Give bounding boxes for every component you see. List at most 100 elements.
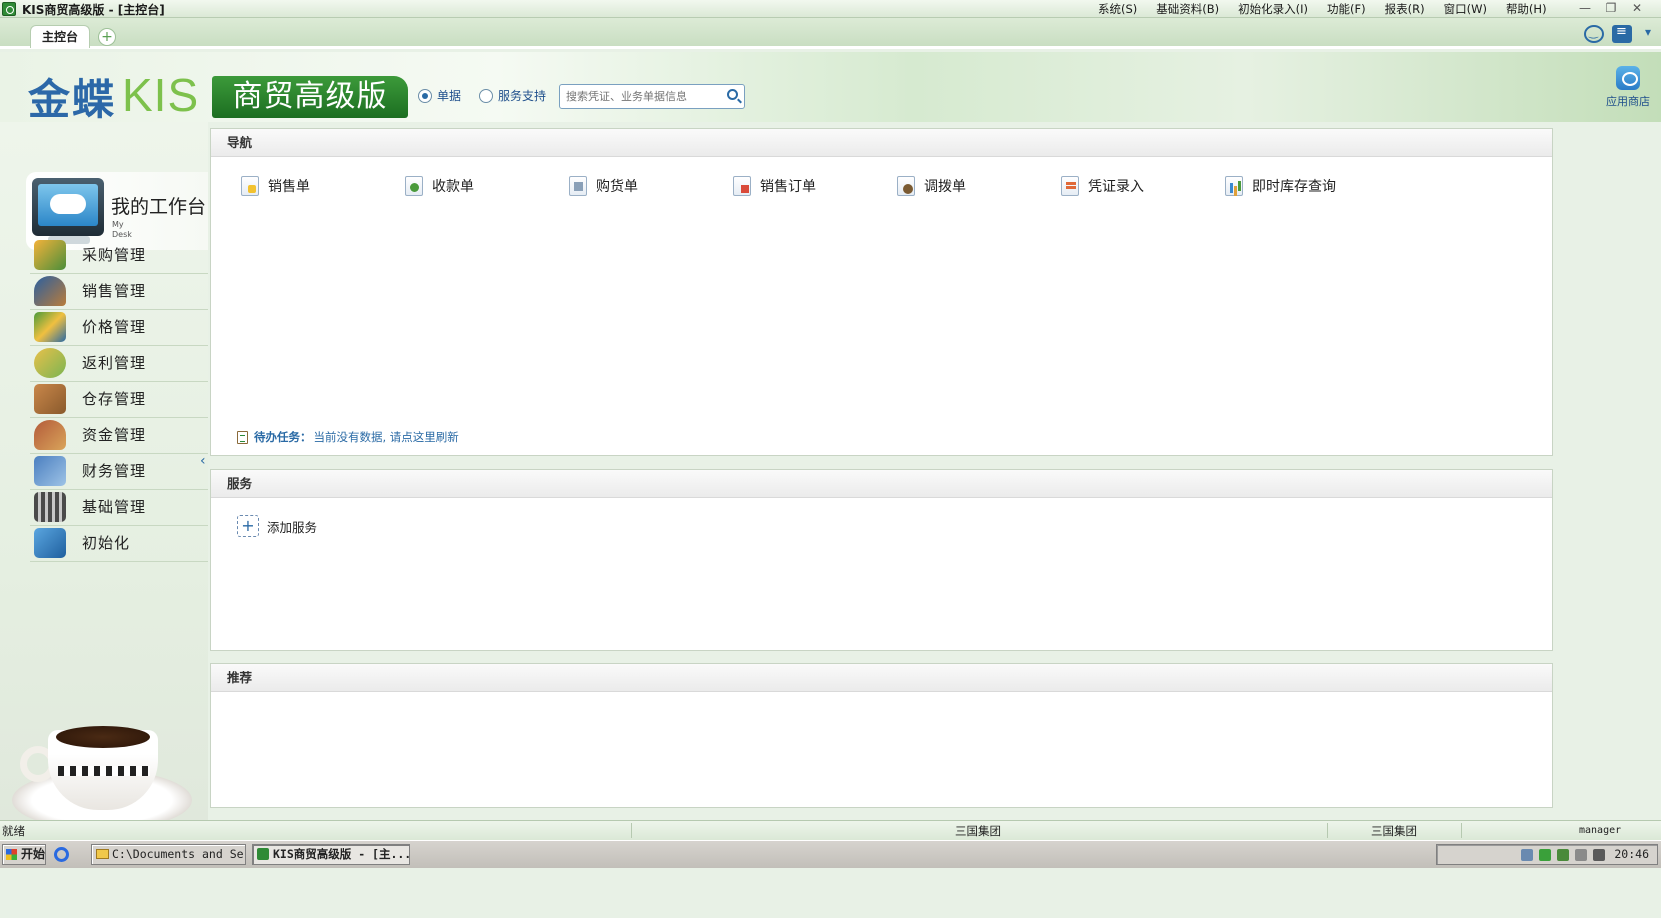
clock: 20:46 <box>1614 847 1649 861</box>
rebate-icon <box>34 347 66 378</box>
basic-settings-icon <box>34 491 66 522</box>
sidebar-item-init[interactable]: 初始化 <box>30 524 208 562</box>
sidebar-item-label: 初始化 <box>82 534 131 552</box>
purchase-doc-icon <box>569 176 587 196</box>
receipt-icon <box>405 176 423 196</box>
sidebar-item-rebate[interactable]: 返利管理 <box>30 344 208 382</box>
sidebar-item-label: 仓存管理 <box>82 390 147 408</box>
nav-link-label: 购货单 <box>596 179 638 195</box>
menu-init-entry[interactable]: 初始化录入(I) <box>1238 1 1308 17</box>
restore-icon[interactable]: ❐ <box>1601 2 1621 16</box>
sales-doc-icon <box>241 176 259 196</box>
search-icon[interactable] <box>727 89 738 100</box>
todo-refresh-link[interactable]: 当前没有数据, 请点这里刷新 <box>314 429 459 445</box>
app-store-icon[interactable] <box>1616 66 1640 90</box>
kis-app-icon <box>257 848 269 860</box>
start-button[interactable]: 开始 <box>2 844 46 865</box>
status-company-2: 三国集团 <box>1371 824 1417 838</box>
radio-unselected-icon[interactable] <box>479 88 493 103</box>
message-icon[interactable] <box>1612 24 1632 43</box>
ie-icon[interactable] <box>54 847 69 862</box>
chevron-down-icon[interactable]: ▾ <box>1640 25 1656 43</box>
status-bar: 就绪 三国集团 三国集团 manager <box>0 820 1661 840</box>
task-label: KIS商贸高级版 - [主... <box>273 847 410 861</box>
sidebar-item-sales[interactable]: 销售管理 <box>30 272 208 310</box>
display-icon[interactable] <box>1593 849 1605 861</box>
taskbar-kis[interactable]: KIS商贸高级版 - [主... <box>252 844 410 865</box>
windows-logo-icon <box>6 849 17 860</box>
add-tab-button[interactable]: + <box>98 28 116 46</box>
nav-link-transfer[interactable]: 调拨单 <box>897 176 966 196</box>
nav-link-receipt[interactable]: 收款单 <box>405 176 474 196</box>
navigation-panel: 导航 销售单 收款单 购货单 销售订单 调拨单 凭证录入 即时库存查询 待办任务… <box>210 128 1553 456</box>
sidebar-item-label: 资金管理 <box>82 426 147 444</box>
network-icon[interactable] <box>1521 849 1533 861</box>
radio-selected-icon[interactable] <box>418 88 432 103</box>
clipboard-icon <box>237 430 248 444</box>
menu-help[interactable]: 帮助(H) <box>1506 1 1547 17</box>
tab-main-console[interactable]: 主控台 <box>30 25 90 48</box>
nav-link-purchase-doc[interactable]: 购货单 <box>569 176 638 196</box>
sales-order-icon <box>733 176 751 196</box>
menu-basic-data[interactable]: 基础资料(B) <box>1156 1 1219 17</box>
smiley-icon[interactable] <box>1584 25 1604 43</box>
panel-title: 推荐 <box>211 664 1552 692</box>
taskbar-explorer[interactable]: C:\Documents and Se... <box>91 844 246 865</box>
panel-title: 导航 <box>211 129 1552 157</box>
logo-kis: KIS <box>122 69 200 121</box>
menu-functions[interactable]: 功能(F) <box>1327 1 1366 17</box>
radio-service-support[interactable]: 服务支持 <box>479 87 546 104</box>
sidebar-item-warehouse[interactable]: 仓存管理 <box>30 380 208 418</box>
radio-documents[interactable]: 单据 <box>418 87 461 104</box>
minimize-icon[interactable]: — <box>1575 2 1595 16</box>
radio-service-label: 服务支持 <box>498 89 547 103</box>
menu-reports[interactable]: 报表(R) <box>1385 1 1425 17</box>
nav-link-sales-doc[interactable]: 销售单 <box>241 176 310 196</box>
menu-system[interactable]: 系统(S) <box>1098 1 1137 17</box>
nav-link-label: 调拨单 <box>924 179 966 195</box>
window-title: KIS商贸高级版 - [主控台] <box>22 3 165 17</box>
nav-link-voucher-entry[interactable]: 凭证录入 <box>1061 176 1144 196</box>
system-tray: 20:46 <box>1436 844 1658 865</box>
app-store-button[interactable]: 应用商店 <box>1598 66 1658 109</box>
sidebar: 我的工作台 My Desk 采购管理 销售管理 价格管理 返利管理 仓存管理 资… <box>0 122 208 868</box>
fund-icon <box>34 419 66 450</box>
voucher-icon <box>1061 176 1079 196</box>
kingdee-tray-icon[interactable] <box>1557 849 1569 861</box>
sidebar-item-finance[interactable]: 财务管理 <box>30 452 208 490</box>
menu-window[interactable]: 窗口(W) <box>1444 1 1487 17</box>
collapse-sidebar-icon[interactable]: ‹ <box>200 453 206 469</box>
nav-link-sales-order[interactable]: 销售订单 <box>733 176 816 196</box>
nav-link-label: 凭证录入 <box>1088 179 1144 195</box>
warehouse-icon <box>34 383 66 414</box>
sidebar-item-label: 价格管理 <box>82 318 147 336</box>
search-box[interactable] <box>559 84 745 109</box>
status-divider <box>1327 823 1328 838</box>
kis-app-icon <box>2 2 16 16</box>
sidebar-item-basic[interactable]: 基础管理 <box>30 488 208 526</box>
nav-link-label: 销售订单 <box>760 179 816 195</box>
transfer-icon <box>897 176 915 196</box>
status-divider <box>631 823 632 838</box>
security-icon[interactable] <box>1539 849 1551 861</box>
menu-bar: 系统(S) 基础资料(B) 初始化录入(I) 功能(F) 报表(R) 窗口(W)… <box>1098 1 1566 17</box>
sidebar-item-label: 财务管理 <box>82 462 147 480</box>
plus-icon: + <box>237 515 259 537</box>
status-company: 三国集团 <box>955 824 1001 838</box>
sidebar-item-fund[interactable]: 资金管理 <box>30 416 208 454</box>
sidebar-item-label: 返利管理 <box>82 354 147 372</box>
search-input[interactable] <box>560 85 715 108</box>
start-label: 开始 <box>21 847 46 861</box>
todo-tasks[interactable]: 待办任务： 当前没有数据, 请点这里刷新 <box>237 429 459 445</box>
close-icon[interactable]: ✕ <box>1627 2 1647 16</box>
sidebar-item-label: 基础管理 <box>82 498 147 516</box>
nav-link-label: 销售单 <box>268 179 310 195</box>
nav-link-stock-query[interactable]: 即时库存查询 <box>1225 176 1336 196</box>
volume-icon[interactable] <box>1575 849 1587 861</box>
nav-link-label: 收款单 <box>432 179 474 195</box>
todo-label: 待办任务： <box>254 430 312 444</box>
desk-en-line1: My <box>112 220 124 229</box>
add-service-button[interactable]: + 添加服务 <box>237 515 317 537</box>
sidebar-item-purchase[interactable]: 采购管理 <box>30 236 208 274</box>
sidebar-item-price[interactable]: 价格管理 <box>30 308 208 346</box>
